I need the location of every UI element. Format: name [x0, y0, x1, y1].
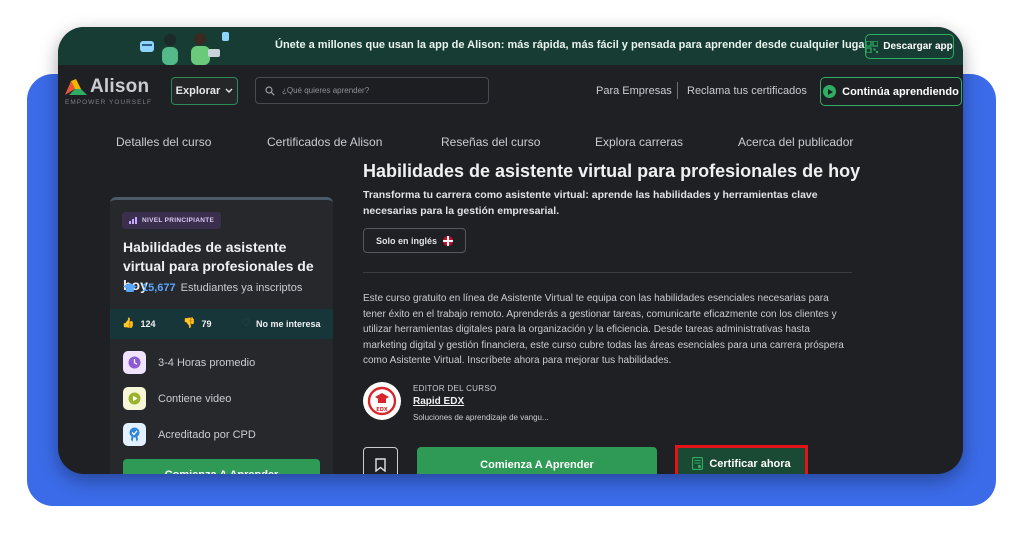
- publisher-block: EDX EDITOR DEL CURSO Rapid EDX Solucione…: [363, 382, 549, 422]
- certificate-icon: [692, 457, 704, 470]
- tab-course-details[interactable]: Detalles del curso: [116, 135, 211, 149]
- language-label: Solo en inglés: [376, 235, 438, 246]
- tab-about-publisher[interactable]: Acerca del publicador: [738, 135, 853, 149]
- feature-cpd: Acreditado por CPD: [123, 423, 256, 446]
- level-badge: NIVEL PRINCIPIANTE: [122, 212, 222, 229]
- start-learning-button[interactable]: Comienza A Aprender: [417, 447, 657, 474]
- alison-logo[interactable]: Alison EMPOWER YOURSELF: [65, 76, 152, 106]
- thumbs-up-icon: 👍: [122, 318, 135, 329]
- language-badge: Solo en inglés: [363, 228, 467, 253]
- chevron-down-icon: [225, 88, 233, 93]
- header-divider: [677, 82, 678, 99]
- app-promo-banner: Únete a millones que usan la app de Alis…: [58, 27, 963, 65]
- rapid-edx-logo-icon: EDX: [367, 386, 397, 416]
- logo-name: Alison: [90, 76, 150, 97]
- publisher-name-link[interactable]: Rapid EDX: [413, 396, 549, 407]
- svg-text:EDX: EDX: [376, 407, 388, 413]
- continue-learning-label: Continúa aprendiendo: [842, 85, 959, 98]
- business-link[interactable]: Para Empresas: [596, 85, 672, 97]
- feature-video: Contiene video: [123, 387, 231, 410]
- explore-label: Explorar: [175, 85, 221, 97]
- bookmark-button[interactable]: [363, 447, 398, 474]
- tab-course-reviews[interactable]: Reseñas del curso: [441, 135, 540, 149]
- course-tabs: Detalles del curso Certificados de Aliso…: [58, 135, 963, 155]
- enrolled-text: Estudiantes ya inscriptos: [180, 282, 303, 294]
- promo-text: Únete a millones que usan la app de Alis…: [275, 39, 880, 51]
- publisher-label: EDITOR DEL CURSO: [413, 384, 497, 393]
- video-icon: [123, 387, 146, 410]
- publisher-logo[interactable]: EDX: [363, 382, 401, 420]
- course-title: Habilidades de asistente virtual para pr…: [363, 161, 861, 181]
- people-illustration-icon: [140, 32, 229, 65]
- start-learning-button-card[interactable]: Comienza A Aprender: [123, 459, 320, 474]
- feature-cpd-label: Acreditado por CPD: [158, 428, 256, 441]
- explore-dropdown-button[interactable]: Explorar: [171, 77, 238, 105]
- feature-duration-label: 3-4 Horas promedio: [158, 356, 256, 369]
- clock-icon: [123, 351, 146, 374]
- search-input[interactable]: [282, 86, 472, 95]
- level-bars-icon: [129, 217, 137, 224]
- certify-now-label: Certificar ahora: [709, 457, 791, 470]
- site-header: Alison EMPOWER YOURSELF Explorar Para Em…: [58, 65, 963, 115]
- heart-broken-icon: ♡: [241, 318, 250, 329]
- course-description: Este curso gratuito en línea de Asistent…: [363, 293, 844, 367]
- enrolled-number: 15,677: [142, 282, 176, 294]
- qr-code-icon: [866, 40, 879, 53]
- claim-certificates-link[interactable]: Reclama tus certificados: [687, 85, 807, 97]
- uk-flag-icon: [443, 235, 454, 246]
- certify-now-button[interactable]: Certificar ahora: [675, 445, 808, 474]
- publisher-tagline: Soluciones de aprendizaje de vangu...: [413, 413, 549, 422]
- graduation-cap-icon: [123, 283, 137, 292]
- search-icon: [265, 85, 275, 96]
- like-button[interactable]: 👍 124: [122, 318, 155, 329]
- download-app-label: Descargar app: [883, 41, 953, 52]
- feature-video-label: Contiene video: [158, 392, 232, 405]
- search-box: [255, 77, 489, 104]
- download-app-button[interactable]: Descargar app: [865, 34, 954, 59]
- tab-explore-careers[interactable]: Explora carreras: [595, 135, 683, 149]
- course-summary-card: NIVEL PRINCIPIANTE Habilidades de asiste…: [110, 197, 333, 474]
- alison-logo-icon: [65, 79, 87, 95]
- not-interested-button[interactable]: ♡ No me interesa: [241, 318, 321, 329]
- not-interested-label: No me interesa: [255, 318, 321, 329]
- logo-tagline: EMPOWER YOURSELF: [65, 99, 153, 106]
- likes-count: 124: [140, 318, 156, 329]
- level-label: NIVEL PRINCIPIANTE: [142, 217, 215, 224]
- thumbs-down-icon: 👎: [183, 318, 196, 329]
- tab-alison-certificates[interactable]: Certificados de Alison: [267, 135, 382, 149]
- browser-screen: Únete a millones que usan la app de Alis…: [58, 27, 963, 474]
- dislike-button[interactable]: 👎 79: [183, 318, 211, 329]
- rating-bar: 👍 124 👎 79 ♡ No me interesa: [110, 309, 333, 339]
- feature-duration: 3-4 Horas promedio: [123, 351, 255, 374]
- play-icon: [823, 85, 837, 98]
- certified-badge-icon: [123, 423, 146, 446]
- bookmark-icon: [375, 457, 386, 472]
- dislikes-count: 79: [201, 318, 212, 329]
- stage: Únete a millones que usan la app de Alis…: [0, 0, 1024, 536]
- enrolled-count: 15,677 Estudiantes ya inscriptos: [123, 282, 302, 294]
- course-subtitle: Transforma tu carrera como asistente vir…: [363, 189, 818, 217]
- continue-learning-button[interactable]: Continúa aprendiendo: [820, 77, 962, 106]
- content-divider: [363, 272, 852, 273]
